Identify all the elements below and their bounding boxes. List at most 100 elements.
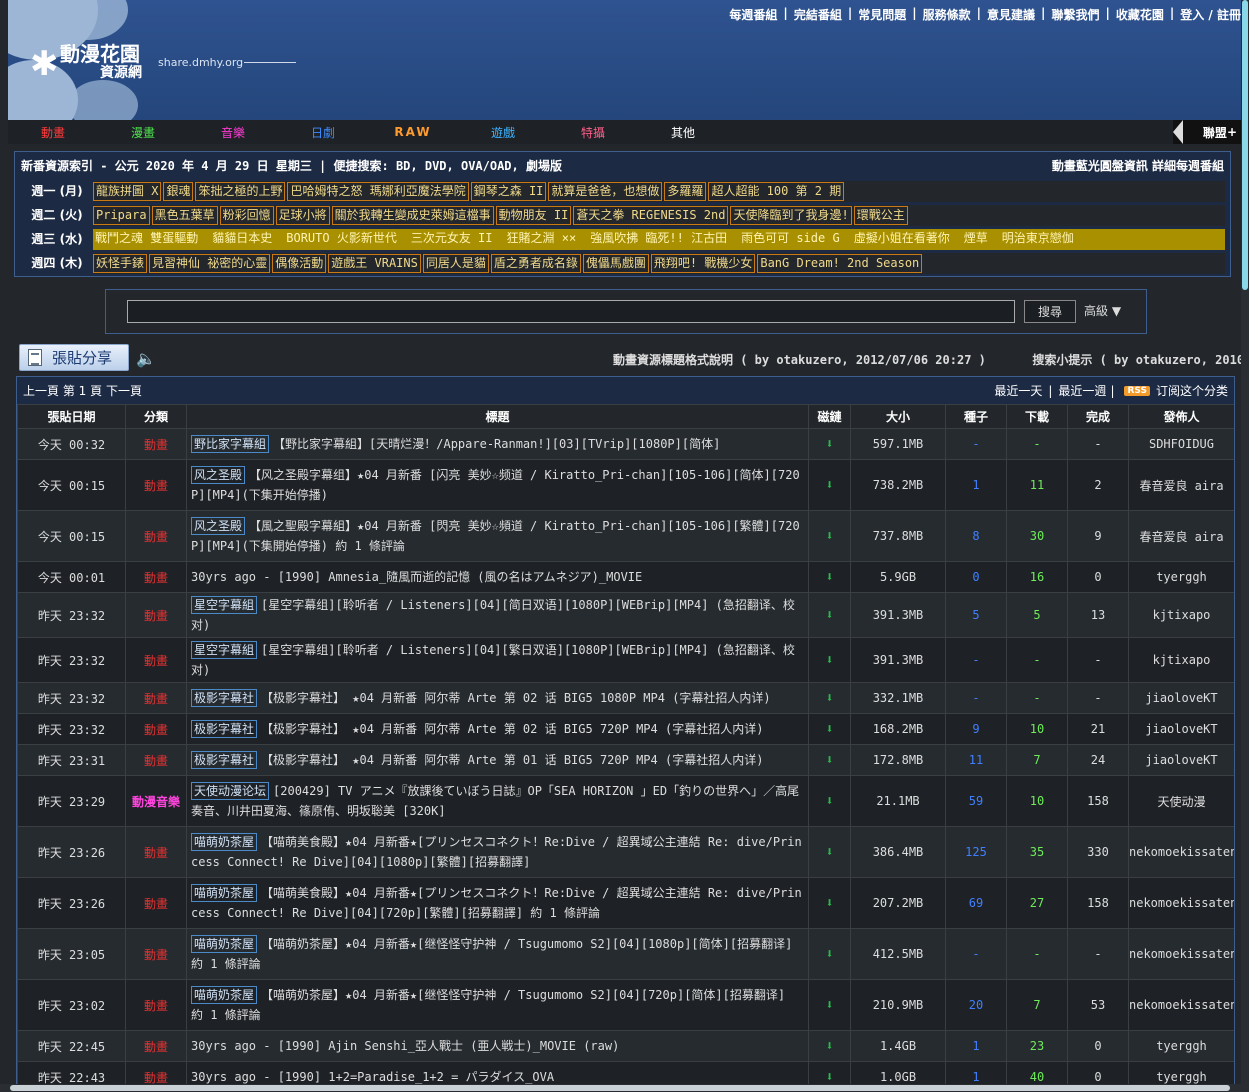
- team-tag[interactable]: 天使动漫论坛: [191, 782, 270, 800]
- speaker-icon[interactable]: 🔈: [136, 349, 156, 368]
- title-link[interactable]: 【极影字幕社】 ★04 月新番 阿尔蒂 Arte 第 02 话 BIG5 108…: [261, 691, 771, 705]
- row-publisher[interactable]: kjtixapo: [1128, 592, 1234, 638]
- title-link[interactable]: 【极影字幕社】 ★04 月新番 阿尔蒂 Arte 第 01 话 BIG5 720…: [261, 753, 763, 767]
- title-format-link[interactable]: 動畫資源標題格式說明 ( by otakuzero, 2012/07/06 20…: [613, 353, 986, 367]
- row-publisher[interactable]: jiaoloveKT: [1128, 713, 1234, 745]
- nav-drama[interactable]: 日劇: [278, 124, 368, 141]
- schedule-links[interactable]: 動畫藍光圓盤資訊 詳細每週番組: [1052, 157, 1224, 174]
- top-link-contact[interactable]: 聯繫我們: [1051, 6, 1099, 23]
- advanced-search-link[interactable]: 高級 ▼: [1084, 302, 1121, 319]
- schedule-item[interactable]: 動物朋友 II: [495, 206, 572, 225]
- row-publisher[interactable]: kjtixapo: [1128, 637, 1234, 683]
- title-link[interactable]: 30yrs ago - [1990] 1+2=Paradise_1+2 = パラ…: [191, 1070, 554, 1084]
- magnet-download-icon[interactable]: ⬇: [826, 947, 834, 962]
- team-tag[interactable]: 极影字幕社: [191, 751, 258, 769]
- schedule-item[interactable]: 關於我轉生變成史萊姆這檔事: [331, 206, 494, 225]
- magnet-download-icon[interactable]: ⬇: [826, 1070, 834, 1085]
- schedule-item[interactable]: 天使降臨到了我身邊!: [730, 206, 852, 225]
- schedule-item[interactable]: 傀儡馬戲團: [582, 254, 649, 273]
- row-category[interactable]: 動畫: [125, 637, 187, 683]
- schedule-item[interactable]: 多羅羅: [664, 182, 707, 201]
- row-category[interactable]: 動畫: [125, 592, 187, 638]
- schedule-item[interactable]: 環戰公主: [853, 206, 908, 225]
- magnet-download-icon[interactable]: ⬇: [826, 722, 834, 737]
- row-publisher[interactable]: 春音爱良 aira: [1128, 510, 1234, 562]
- title-link[interactable]: [星空字幕组][聆听者 / Listeners][04][繁日双语][1080P…: [191, 643, 795, 677]
- nav-other[interactable]: 其他: [638, 124, 728, 141]
- col-title[interactable]: 標題: [186, 404, 809, 429]
- title-link[interactable]: 【風之聖殿字幕組】★04 月新番 [閃亮 美妙☆頻道 / Kiratto_Pri…: [191, 519, 800, 553]
- row-category[interactable]: 動畫: [125, 1030, 187, 1062]
- schedule-item[interactable]: 見習神仙 祕密的心靈: [149, 254, 271, 273]
- schedule-item[interactable]: 遊戲王 VRAINS: [328, 254, 421, 273]
- row-category[interactable]: 動畫: [125, 682, 187, 714]
- title-link[interactable]: 30yrs ago - [1990] Ajin Senshi_亞人戰士 (亜人戦…: [191, 1039, 619, 1053]
- partner-menu[interactable]: 聯盟 +: [1173, 120, 1241, 144]
- rss-icon[interactable]: RSS: [1124, 385, 1150, 396]
- schedule-item[interactable]: 三次元女友 II: [409, 230, 495, 249]
- row-category[interactable]: 動畫: [125, 428, 187, 460]
- team-tag[interactable]: 风之圣殿: [191, 466, 246, 484]
- schedule-item[interactable]: 銀魂: [163, 182, 194, 201]
- schedule-item[interactable]: 飛翔吧! 戰機少女: [650, 254, 756, 273]
- magnet-download-icon[interactable]: ⬇: [826, 691, 834, 706]
- col-publisher[interactable]: 發佈人: [1128, 404, 1234, 429]
- col-downloads[interactable]: 下載: [1006, 404, 1068, 429]
- schedule-item[interactable]: 盾之勇者成名錄: [490, 254, 581, 273]
- magnet-download-icon[interactable]: ⬇: [826, 608, 834, 623]
- row-publisher[interactable]: nekomoekissaten: [1128, 877, 1234, 929]
- row-publisher[interactable]: tyerggh: [1128, 561, 1234, 593]
- recent-day-link[interactable]: 最近一天: [994, 382, 1042, 399]
- schedule-item[interactable]: 就算是爸爸，也想做: [548, 182, 663, 201]
- schedule-item[interactable]: 龍族拼圖 X: [93, 182, 162, 201]
- search-button[interactable]: 搜尋: [1024, 300, 1076, 323]
- row-publisher[interactable]: tyerggh: [1128, 1030, 1234, 1062]
- schedule-item[interactable]: 超人超能 100 第 2 期: [708, 182, 845, 201]
- collapse-arrow-icon[interactable]: [1173, 120, 1183, 144]
- row-publisher[interactable]: nekomoekissaten: [1128, 928, 1234, 980]
- team-tag[interactable]: 野比家字幕組: [191, 435, 270, 453]
- team-tag[interactable]: 喵萌奶茶屋: [191, 884, 258, 902]
- magnet-download-icon[interactable]: ⬇: [826, 437, 834, 452]
- vertical-scrollbar[interactable]: [1241, 0, 1249, 1092]
- schedule-item[interactable]: 狂賭之淵 ××: [505, 230, 579, 249]
- top-link-weekly[interactable]: 每週番組: [729, 6, 777, 23]
- schedule-item[interactable]: 貓貓日本史: [210, 230, 274, 249]
- col-magnet[interactable]: 磁鏈: [808, 404, 851, 429]
- row-category[interactable]: 動畫: [125, 826, 187, 878]
- title-link[interactable]: 【野比家字幕組】[天晴烂漫！/Appare-Ranman!][03][TVrip…: [273, 437, 720, 451]
- schedule-item[interactable]: 足球小將: [275, 206, 330, 225]
- nav-anime[interactable]: 動畫: [8, 124, 98, 141]
- row-publisher[interactable]: jiaoloveKT: [1128, 744, 1234, 776]
- magnet-download-icon[interactable]: ⬇: [826, 896, 834, 911]
- title-link[interactable]: 【喵萌美食殿】★04 月新番★[プリンセスコネクト！Re:Dive / 超異域公…: [191, 886, 802, 920]
- row-category[interactable]: 動畫: [125, 744, 187, 776]
- row-category[interactable]: 動畫: [125, 928, 187, 980]
- row-publisher[interactable]: nekomoekissaten: [1128, 826, 1234, 878]
- row-publisher[interactable]: SDHFOIDUG: [1128, 428, 1234, 460]
- schedule-item[interactable]: 黑色五葉草: [151, 206, 218, 225]
- magnet-download-icon[interactable]: ⬇: [826, 570, 834, 585]
- col-date[interactable]: 張貼日期: [17, 404, 126, 429]
- search-input[interactable]: [127, 300, 1015, 323]
- team-tag[interactable]: 极影字幕社: [191, 720, 258, 738]
- next-page-link[interactable]: 下一頁: [106, 384, 142, 398]
- team-tag[interactable]: 风之圣殿: [191, 517, 246, 535]
- top-link-feedback[interactable]: 意見建議: [987, 6, 1035, 23]
- post-share-button[interactable]: 張貼分享: [19, 344, 129, 371]
- row-category[interactable]: 動畫: [125, 979, 187, 1031]
- schedule-item[interactable]: 蒼天之拳 REGENESIS 2nd: [573, 206, 729, 225]
- team-tag[interactable]: 极影字幕社: [191, 689, 258, 707]
- top-link-login[interactable]: 登入 / 註冊: [1180, 6, 1241, 23]
- nav-game[interactable]: 遊戲: [458, 124, 548, 141]
- schedule-item[interactable]: 雨色可可 side G: [739, 230, 842, 249]
- team-tag[interactable]: 星空字幕組: [191, 596, 258, 614]
- search-tips-link[interactable]: 搜索小提示 ( by otakuzero, 2010/10/23 15:: [1032, 353, 1249, 367]
- col-seeds[interactable]: 種子: [945, 404, 1007, 429]
- magnet-download-icon[interactable]: ⬇: [826, 1039, 834, 1054]
- title-link[interactable]: 【极影字幕社】 ★04 月新番 阿尔蒂 Arte 第 02 话 BIG5 720…: [261, 722, 763, 736]
- prev-page-link[interactable]: 上一頁: [23, 384, 59, 398]
- schedule-item[interactable]: 巴哈姆特之怒 瑪娜利亞魔法學院: [287, 182, 469, 201]
- schedule-item[interactable]: 戰鬥之魂 雙蛋驅動: [93, 230, 200, 249]
- col-completed[interactable]: 完成: [1067, 404, 1129, 429]
